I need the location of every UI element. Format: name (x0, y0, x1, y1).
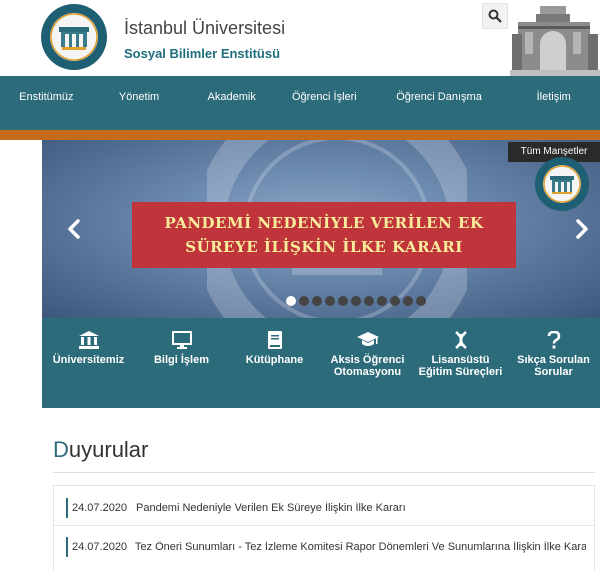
slider-dot[interactable] (403, 296, 413, 306)
quick-link-label: Üniversitemiz (52, 354, 125, 366)
chevron-right-icon[interactable] (572, 218, 592, 240)
slider-dot[interactable] (286, 296, 296, 306)
announcement-item[interactable]: 24.07.2020 Tez Öneri Sunumları - Tez İzl… (66, 537, 586, 557)
quick-link-sss[interactable]: Sıkça Sorulan Sorular (507, 318, 600, 408)
slider-dot[interactable] (364, 296, 374, 306)
monitor-icon (171, 331, 192, 349)
search-icon (488, 9, 502, 23)
main-nav: Enstitümüz Yönetim Akademik Öğrenci İşle… (0, 76, 600, 130)
announcement-date: 24.07.2020 (72, 502, 128, 514)
announcement-text: Pandemi Nedeniyle Verilen Ek Süreye İliş… (136, 502, 406, 514)
announcement-text: Tez Öneri Sunumları - Tez İzleme Komites… (134, 541, 586, 553)
graduation-cap-icon (356, 332, 379, 346)
announcements-list: 24.07.2020 Pandemi Nedeniyle Verilen Ek … (53, 485, 595, 570)
nav-item-iletisim[interactable]: İletişim (507, 76, 600, 130)
chevron-left-icon[interactable] (64, 218, 84, 240)
nav-item-yonetim[interactable]: Yönetim (93, 76, 186, 130)
quick-link-label: Bilgi İşlem (153, 354, 210, 366)
slider-dot[interactable] (416, 296, 426, 306)
nav-item-ogrenci-isleri[interactable]: Öğrenci İşleri (278, 76, 371, 130)
headline-slider[interactable]: PANDEMİ NEDENİYLE VERİLEN EK SÜREYE İLİŞ… (42, 140, 600, 318)
nav-item-ogrenci-danisma[interactable]: Öğrenci Danışma (371, 76, 508, 130)
slider-dot[interactable] (325, 296, 335, 306)
announcements-title-rest: uyurular (68, 437, 149, 462)
nav-item-akademik[interactable]: Akademik (185, 76, 278, 130)
university-title[interactable]: İstanbul Üniversitesi (124, 18, 285, 39)
slider-dot[interactable] (299, 296, 309, 306)
university-logo[interactable] (40, 3, 108, 71)
quick-link-label: Kütüphane (245, 354, 304, 366)
slider-dot[interactable] (312, 296, 322, 306)
nav-accent-strip (0, 130, 600, 140)
announcements-title: Duyurular (53, 437, 148, 463)
announcements-title-initial: D (53, 437, 69, 462)
site-header: İstanbul Üniversitesi Sosyal Bilimler En… (0, 0, 600, 76)
institute-title[interactable]: Sosyal Bilimler Enstitüsü (124, 46, 280, 61)
slider-dot[interactable] (377, 296, 387, 306)
slider-dot[interactable] (351, 296, 361, 306)
quick-link-label: Aksis Öğrenci Otomasyonu (330, 354, 405, 378)
quick-link-aksis[interactable]: Aksis Öğrenci Otomasyonu (321, 318, 414, 408)
bank-icon (78, 331, 99, 349)
quick-links: Üniversitemiz Bilgi İşlem Kütüphane Aksi… (42, 318, 600, 408)
quick-link-bilgi-islem[interactable]: Bilgi İşlem (135, 318, 228, 408)
headline-line-2: SÜREYE İLİŞKİN İLKE KARARI (185, 238, 463, 256)
quick-link-label: Lisansüstü Eğitim Süreçleri (418, 354, 503, 378)
announcements-divider (53, 472, 595, 473)
institute-logo (535, 157, 589, 211)
quick-link-universitemiz[interactable]: Üniversitemiz (42, 318, 135, 408)
announcement-separator (54, 525, 594, 526)
announcement-item[interactable]: 24.07.2020 Pandemi Nedeniyle Verilen Ek … (66, 498, 586, 518)
search-button[interactable] (482, 3, 508, 29)
nav-item-enstitumuz[interactable]: Enstitümüz (0, 76, 93, 130)
quick-link-kutuphane[interactable]: Kütüphane (228, 318, 321, 408)
quick-link-lisansustu[interactable]: Lisansüstü Eğitim Süreçleri (414, 318, 507, 408)
dna-icon (454, 331, 467, 349)
announcement-date: 24.07.2020 (72, 541, 128, 553)
quick-link-label: Sıkça Sorulan Sorular (517, 354, 590, 378)
gate-illustration (510, 4, 600, 76)
slider-dot[interactable] (390, 296, 400, 306)
slider-dots (286, 296, 426, 306)
headline-banner[interactable]: PANDEMİ NEDENİYLE VERİLEN EK SÜREYE İLİŞ… (132, 202, 516, 268)
question-icon (547, 331, 560, 349)
book-icon (267, 331, 282, 349)
headline-line-1: PANDEMİ NEDENİYLE VERİLEN EK (164, 214, 484, 232)
slider-dot[interactable] (338, 296, 348, 306)
